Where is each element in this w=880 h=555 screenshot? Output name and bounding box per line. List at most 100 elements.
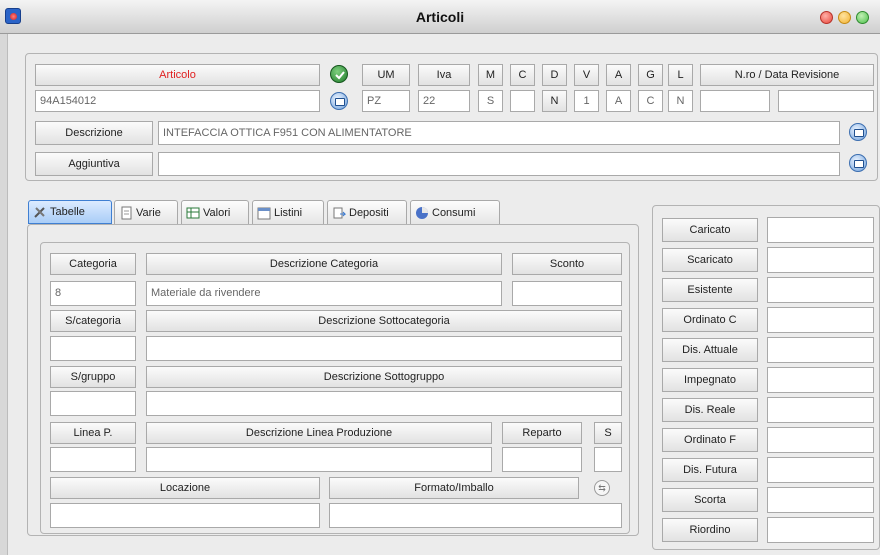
revision-number-field[interactable] xyxy=(700,90,770,112)
categoria-label: Categoria xyxy=(50,253,136,275)
stock-value-field[interactable] xyxy=(767,337,874,363)
c-field[interactable] xyxy=(510,90,535,112)
aggiuntiva-field[interactable] xyxy=(158,152,840,176)
sconto-label: Sconto xyxy=(512,253,622,275)
scategoria-field[interactable] xyxy=(50,336,136,361)
s-label: S xyxy=(594,422,622,444)
stock-value-field[interactable] xyxy=(767,277,874,303)
stock-label: Ordinato F xyxy=(662,428,758,452)
tab-varie[interactable]: Varie xyxy=(114,200,178,224)
stock-label: Ordinato C xyxy=(662,308,758,332)
stock-value-field[interactable] xyxy=(767,247,874,273)
lookup-articolo-icon[interactable] xyxy=(330,92,348,110)
swap-arrows-icon[interactable]: ⇆ xyxy=(594,480,610,496)
g-label: G xyxy=(638,64,663,86)
tab-label: Listini xyxy=(274,206,303,219)
articolo-field[interactable]: 94A154012 xyxy=(35,90,320,112)
stock-label: Dis. Attuale xyxy=(662,338,758,362)
stock-value-field[interactable] xyxy=(767,487,874,513)
stock-label: Dis. Futura xyxy=(662,458,758,482)
confirm-check-icon[interactable] xyxy=(330,65,348,83)
aggiuntiva-label: Aggiuntiva xyxy=(35,152,153,176)
stock-label: Esistente xyxy=(662,278,758,302)
g-field[interactable]: C xyxy=(638,90,663,112)
tab-label: Tabelle xyxy=(50,206,85,218)
stock-value-field[interactable] xyxy=(767,427,874,453)
v-field[interactable]: 1 xyxy=(574,90,599,112)
a-label: A xyxy=(606,64,631,86)
stock-value-field[interactable] xyxy=(767,517,874,543)
lookup-descrizione-icon[interactable] xyxy=(849,123,867,141)
stock-value-field[interactable] xyxy=(767,457,874,483)
tab-label: Varie xyxy=(136,206,161,219)
window-edge xyxy=(0,34,8,555)
reparto-field[interactable] xyxy=(502,447,582,472)
stock-value-field[interactable] xyxy=(767,307,874,333)
tab-tabelle[interactable]: Tabelle xyxy=(28,200,112,224)
stock-label: Scaricato xyxy=(662,248,758,272)
tab-listini[interactable]: Listini xyxy=(252,200,324,224)
close-button[interactable] xyxy=(820,11,833,24)
desc-linea-label: Descrizione Linea Produzione xyxy=(146,422,492,444)
reparto-label: Reparto xyxy=(502,422,582,444)
table-icon xyxy=(186,206,200,220)
tab-depositi[interactable]: Depositi xyxy=(327,200,407,224)
tab-valori[interactable]: Valori xyxy=(181,200,249,224)
desc-categoria-field[interactable]: Materiale da rivendere xyxy=(146,281,502,306)
descrizione-field[interactable]: INTEFACCIA OTTICA F951 CON ALIMENTATORE xyxy=(158,121,840,145)
um-field[interactable]: PZ xyxy=(362,90,410,112)
a-field[interactable]: A xyxy=(606,90,631,112)
categoria-field[interactable]: 8 xyxy=(50,281,136,306)
articolo-label: Articolo xyxy=(35,64,320,86)
sconto-field[interactable] xyxy=(512,281,622,306)
iva-label: Iva xyxy=(418,64,470,86)
revision-label: N.ro / Data Revisione xyxy=(700,64,874,86)
formato-label: Formato/Imballo xyxy=(329,477,579,499)
desc-linea-field[interactable] xyxy=(146,447,492,472)
calendar-icon xyxy=(257,206,271,220)
tab-label: Consumi xyxy=(432,206,476,219)
stock-label: Riordino xyxy=(662,518,758,542)
locazione-field[interactable] xyxy=(50,503,320,528)
tab-label: Depositi xyxy=(349,206,389,219)
desc-sottocategoria-label: Descrizione Sottocategoria xyxy=(146,310,622,332)
stock-label: Scorta xyxy=(662,488,758,512)
document-icon xyxy=(119,206,133,220)
l-field[interactable]: N xyxy=(668,90,693,112)
scategoria-label: S/categoria xyxy=(50,310,136,332)
d-label: D xyxy=(542,64,567,86)
minimize-button[interactable] xyxy=(838,11,851,24)
stock-label: Impegnato xyxy=(662,368,758,392)
revision-date-field[interactable] xyxy=(778,90,874,112)
pie-chart-icon xyxy=(415,206,429,220)
zoom-button[interactable] xyxy=(856,11,869,24)
m-field[interactable]: S xyxy=(478,90,503,112)
warehouse-icon xyxy=(332,206,347,220)
m-label: M xyxy=(478,64,503,86)
desc-sottogruppo-label: Descrizione Sottogruppo xyxy=(146,366,622,388)
tab-consumi[interactable]: Consumi xyxy=(410,200,500,224)
stock-value-field[interactable] xyxy=(767,397,874,423)
tab-label: Valori xyxy=(203,206,231,219)
um-label: UM xyxy=(362,64,410,86)
desc-sottogruppo-field[interactable] xyxy=(146,391,622,416)
window-title: Articoli xyxy=(415,9,465,25)
v-label: V xyxy=(574,64,599,86)
sgruppo-field[interactable] xyxy=(50,391,136,416)
c-label: C xyxy=(510,64,535,86)
linea-field[interactable] xyxy=(50,447,136,472)
iva-field[interactable]: 22 xyxy=(418,90,470,112)
stock-value-field[interactable] xyxy=(767,217,874,243)
lookup-aggiuntiva-icon[interactable] xyxy=(849,154,867,172)
desc-categoria-label: Descrizione Categoria xyxy=(146,253,502,275)
d-button[interactable]: N xyxy=(542,90,567,112)
descrizione-label: Descrizione xyxy=(35,121,153,145)
title-bar: Articoli xyxy=(0,0,880,34)
s-field[interactable] xyxy=(594,447,622,472)
locazione-label: Locazione xyxy=(50,477,320,499)
desc-sottocategoria-field[interactable] xyxy=(146,336,622,361)
formato-field[interactable] xyxy=(329,503,622,528)
sgruppo-label: S/gruppo xyxy=(50,366,136,388)
stock-value-field[interactable] xyxy=(767,367,874,393)
linea-label: Linea P. xyxy=(50,422,136,444)
